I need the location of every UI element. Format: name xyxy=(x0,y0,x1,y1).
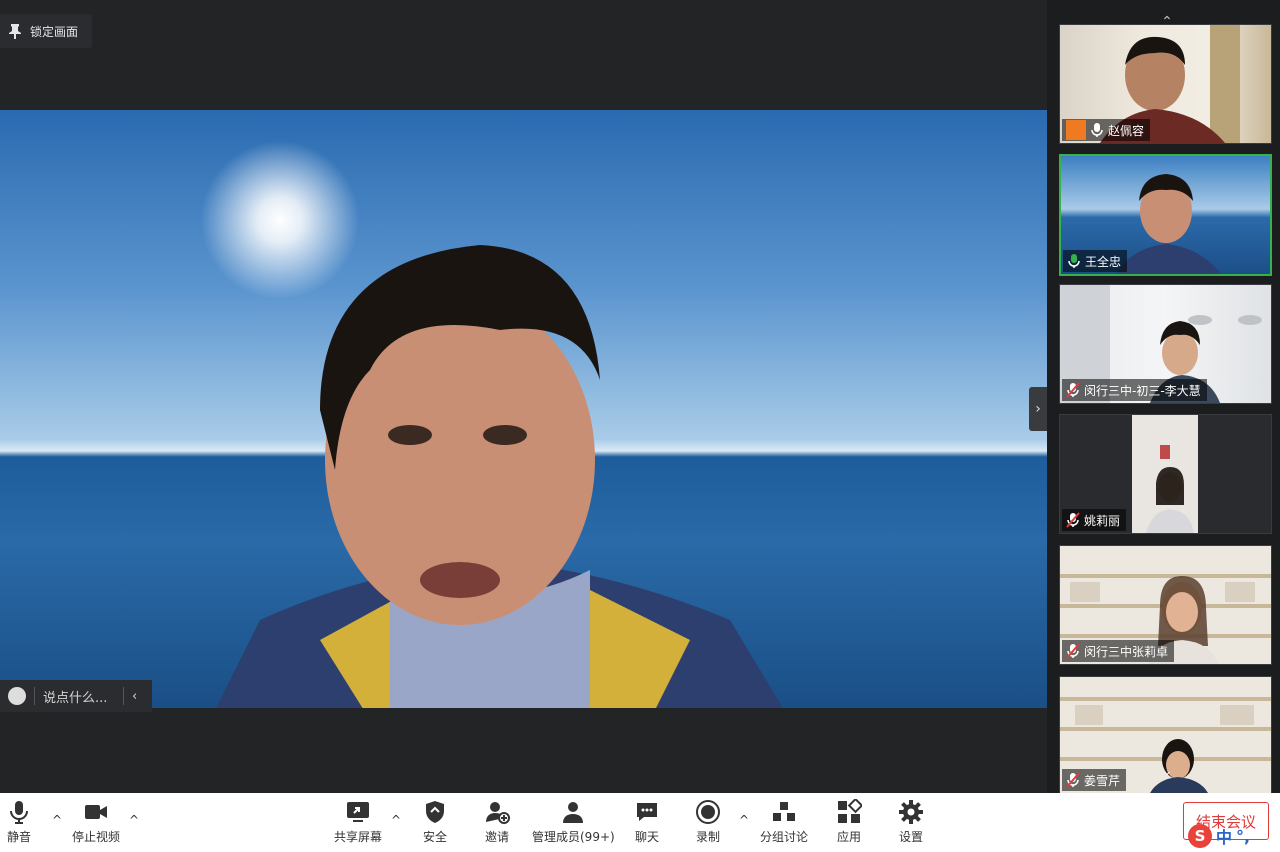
video-options-caret[interactable]: ^ xyxy=(129,813,139,827)
participant-tile[interactable]: 闵行三中-初三-李大慧 xyxy=(1059,284,1272,404)
chevron-right-icon: › xyxy=(1035,401,1041,417)
lock-view-button[interactable]: 锁定画面 xyxy=(0,14,93,48)
chat-label: 聊天 xyxy=(634,830,659,844)
members-icon xyxy=(563,802,584,823)
mic-active-icon xyxy=(1068,254,1080,268)
apps-icon xyxy=(838,799,862,823)
participant-tile[interactable]: 赵佩容 xyxy=(1059,24,1272,144)
pin-icon xyxy=(9,24,21,39)
breakout-label: 分组讨论 xyxy=(760,830,809,844)
chat-icon xyxy=(637,803,657,821)
participant-label: 闵行三中张莉卓 xyxy=(1062,640,1175,662)
host-badge-icon xyxy=(1066,120,1086,140)
chevron-left-icon[interactable]: ‹ xyxy=(132,689,137,704)
participant-label: 王全忠 xyxy=(1063,250,1128,272)
breakout-icon xyxy=(773,802,795,821)
record-button[interactable]: 录制 xyxy=(695,799,721,845)
participant-label: 姜雪芹 xyxy=(1062,769,1127,791)
chevron-down-icon: ⌄ xyxy=(1161,763,1173,779)
participant-tile[interactable]: 姚莉丽 xyxy=(1059,414,1272,534)
scroll-down-button[interactable]: ⌄ xyxy=(1150,760,1184,782)
record-icon xyxy=(696,800,720,824)
ime-indicator[interactable]: S 中 °, xyxy=(1188,822,1250,850)
mic-muted-icon xyxy=(1066,382,1080,398)
emoji-icon[interactable] xyxy=(8,687,26,705)
participant-label: 姚莉丽 xyxy=(1062,509,1127,531)
ime-punct: °, xyxy=(1236,826,1251,846)
apps-label: 应用 xyxy=(836,830,861,844)
mute-label: 静音 xyxy=(6,830,31,844)
mute-button[interactable]: 静音 xyxy=(6,799,32,845)
share-screen-button[interactable]: 共享屏幕 xyxy=(334,799,382,845)
main-video xyxy=(0,110,1047,708)
participant-label: 闵行三中-初三-李大慧 xyxy=(1062,379,1207,401)
ime-lang: 中 xyxy=(1216,828,1233,847)
security-label: 安全 xyxy=(422,830,447,844)
manage-members-button[interactable]: 管理成员(99+) xyxy=(532,799,615,845)
chat-button[interactable]: 聊天 xyxy=(634,799,660,845)
mic-muted-icon xyxy=(1066,643,1080,659)
share-screen-label: 共享屏幕 xyxy=(334,830,383,844)
invite-button[interactable]: 邀请 xyxy=(484,799,510,845)
lock-view-label: 锁定画面 xyxy=(30,24,79,39)
participant-label: 赵佩容 xyxy=(1062,119,1151,141)
stop-video-button[interactable]: 停止视频 xyxy=(72,799,120,845)
meeting-toolbar: 静音 ^ 停止视频 ^ 共享屏幕 ^ 安全 邀请 管理成员(99+) 聊天 录制… xyxy=(0,793,1280,852)
camera-icon xyxy=(85,805,107,819)
participant-tile[interactable]: 闵行三中张莉卓 xyxy=(1059,545,1272,665)
stop-video-label: 停止视频 xyxy=(72,830,121,844)
share-screen-icon xyxy=(347,802,369,822)
participant-name: 王全忠 xyxy=(1085,254,1122,269)
security-button[interactable]: 安全 xyxy=(422,799,448,845)
settings-button[interactable]: 设置 xyxy=(898,799,924,845)
divider xyxy=(34,687,35,705)
participant-tile-active[interactable]: 王全忠 xyxy=(1059,154,1272,276)
participant-name: 姚莉丽 xyxy=(1084,513,1121,528)
apps-button[interactable]: 应用 xyxy=(836,799,862,845)
chat-input[interactable]: 说点什么... xyxy=(43,687,115,706)
participant-name: 闵行三中-初三-李大慧 xyxy=(1084,383,1201,398)
chat-input-bar[interactable]: 说点什么... ‹ xyxy=(0,680,152,712)
record-label: 录制 xyxy=(695,830,720,844)
participant-name: 赵佩容 xyxy=(1108,123,1145,138)
participant-name: 闵行三中张莉卓 xyxy=(1084,644,1169,659)
settings-label: 设置 xyxy=(898,830,923,844)
collapse-sidebar-button[interactable]: › xyxy=(1029,387,1047,431)
add-user-icon xyxy=(486,802,510,824)
participant-name: 姜雪芹 xyxy=(1084,773,1121,788)
breakout-button[interactable]: 分组讨论 xyxy=(760,799,808,845)
speaker-figure xyxy=(216,245,783,708)
mute-options-caret[interactable]: ^ xyxy=(52,813,62,827)
sogou-logo-icon: S xyxy=(1188,824,1212,848)
shield-icon xyxy=(426,801,444,823)
mic-muted-icon xyxy=(1066,772,1080,788)
record-options-caret[interactable]: ^ xyxy=(739,813,749,827)
manage-members-label: 管理成员(99+) xyxy=(532,830,615,844)
mic-icon xyxy=(1091,123,1103,137)
gear-icon xyxy=(899,800,923,824)
share-options-caret[interactable]: ^ xyxy=(391,813,401,827)
invite-label: 邀请 xyxy=(484,830,509,844)
microphone-icon xyxy=(10,801,28,824)
mic-muted-icon xyxy=(1066,512,1080,528)
divider xyxy=(123,687,124,705)
main-stage: 锁定画面 说点什么... ‹ xyxy=(0,0,1047,793)
